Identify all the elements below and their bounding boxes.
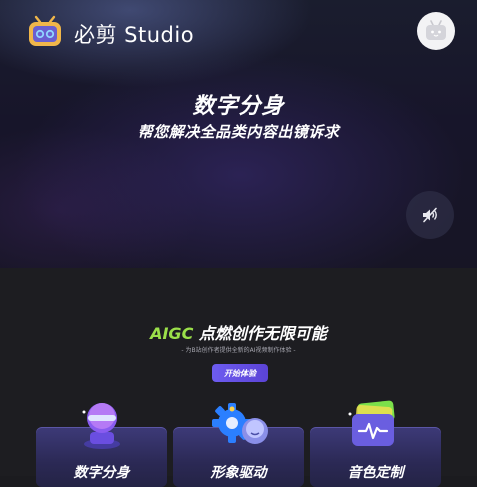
brand-name[interactable]: 必剪 Studio bbox=[74, 19, 194, 49]
aigc-title-text: 点燃创作无限可能 bbox=[193, 324, 327, 343]
top-header: 必剪 Studio bbox=[0, 0, 477, 64]
digital-avatar-icon bbox=[78, 398, 126, 454]
hero-title: 数字分身 bbox=[192, 94, 285, 119]
aigc-title-accent: AIGC bbox=[150, 324, 194, 343]
voice-wave-icon bbox=[346, 400, 402, 454]
aigc-title: AIGC 点燃创作无限可能 bbox=[0, 320, 477, 344]
speaker-muted-icon bbox=[423, 207, 437, 223]
bilibili-tv-avatar-icon bbox=[426, 20, 446, 40]
card-label: 数字分身 bbox=[73, 465, 130, 481]
hero-banner: 必剪 Studio 数字分身 帮您解决全品类内容出镜诉求 bbox=[0, 0, 477, 268]
start-experience-button[interactable]: 开始体验 bbox=[212, 364, 268, 382]
aigc-subtitle: - 为B站创作者提供全新的AI视频制作体验 - bbox=[181, 347, 296, 354]
card-label: 形象驱动 bbox=[210, 465, 267, 481]
hero-subtitle: 帮您解决全品类内容出镜诉求 bbox=[137, 123, 340, 141]
mute-toggle-button[interactable] bbox=[406, 191, 454, 239]
card-label: 音色定制 bbox=[347, 465, 404, 481]
gear-avatar-icon bbox=[206, 399, 272, 455]
tv-logo-icon[interactable] bbox=[27, 14, 63, 48]
user-avatar[interactable] bbox=[417, 12, 455, 50]
